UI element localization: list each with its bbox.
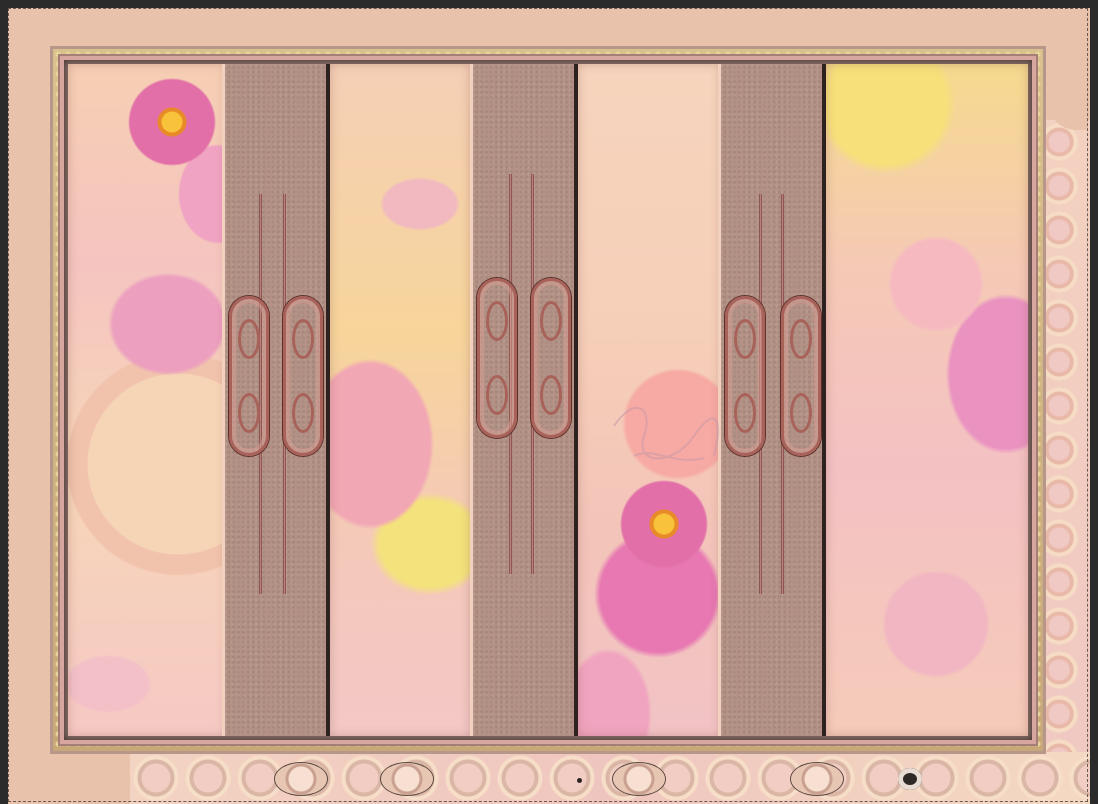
brown-column-3	[718, 64, 826, 736]
dot-icon	[577, 778, 582, 783]
round-bead-ornament	[274, 762, 328, 796]
brown-column-1	[222, 64, 330, 736]
round-bead-ornament	[612, 762, 666, 796]
scroll-ornament	[477, 278, 517, 438]
signature-watermark	[613, 406, 719, 461]
round-bead-ornament	[790, 762, 844, 796]
floral-panel-2	[330, 64, 470, 736]
artwork-canvas	[0, 0, 1098, 804]
scroll-ornament	[531, 278, 571, 438]
cosmos-flower	[614, 474, 714, 574]
scroll-ornament	[781, 296, 821, 456]
scroll-ornament	[229, 296, 269, 456]
scroll-ornament	[283, 296, 323, 456]
floral-panel-4	[826, 64, 1028, 736]
brown-column-2	[470, 64, 578, 736]
floral-panel-1	[68, 64, 226, 736]
eye-ornament-icon	[898, 768, 922, 790]
round-bead-ornament	[380, 762, 434, 796]
scalloped-border-right	[1046, 120, 1090, 804]
cosmos-flower	[124, 74, 220, 170]
